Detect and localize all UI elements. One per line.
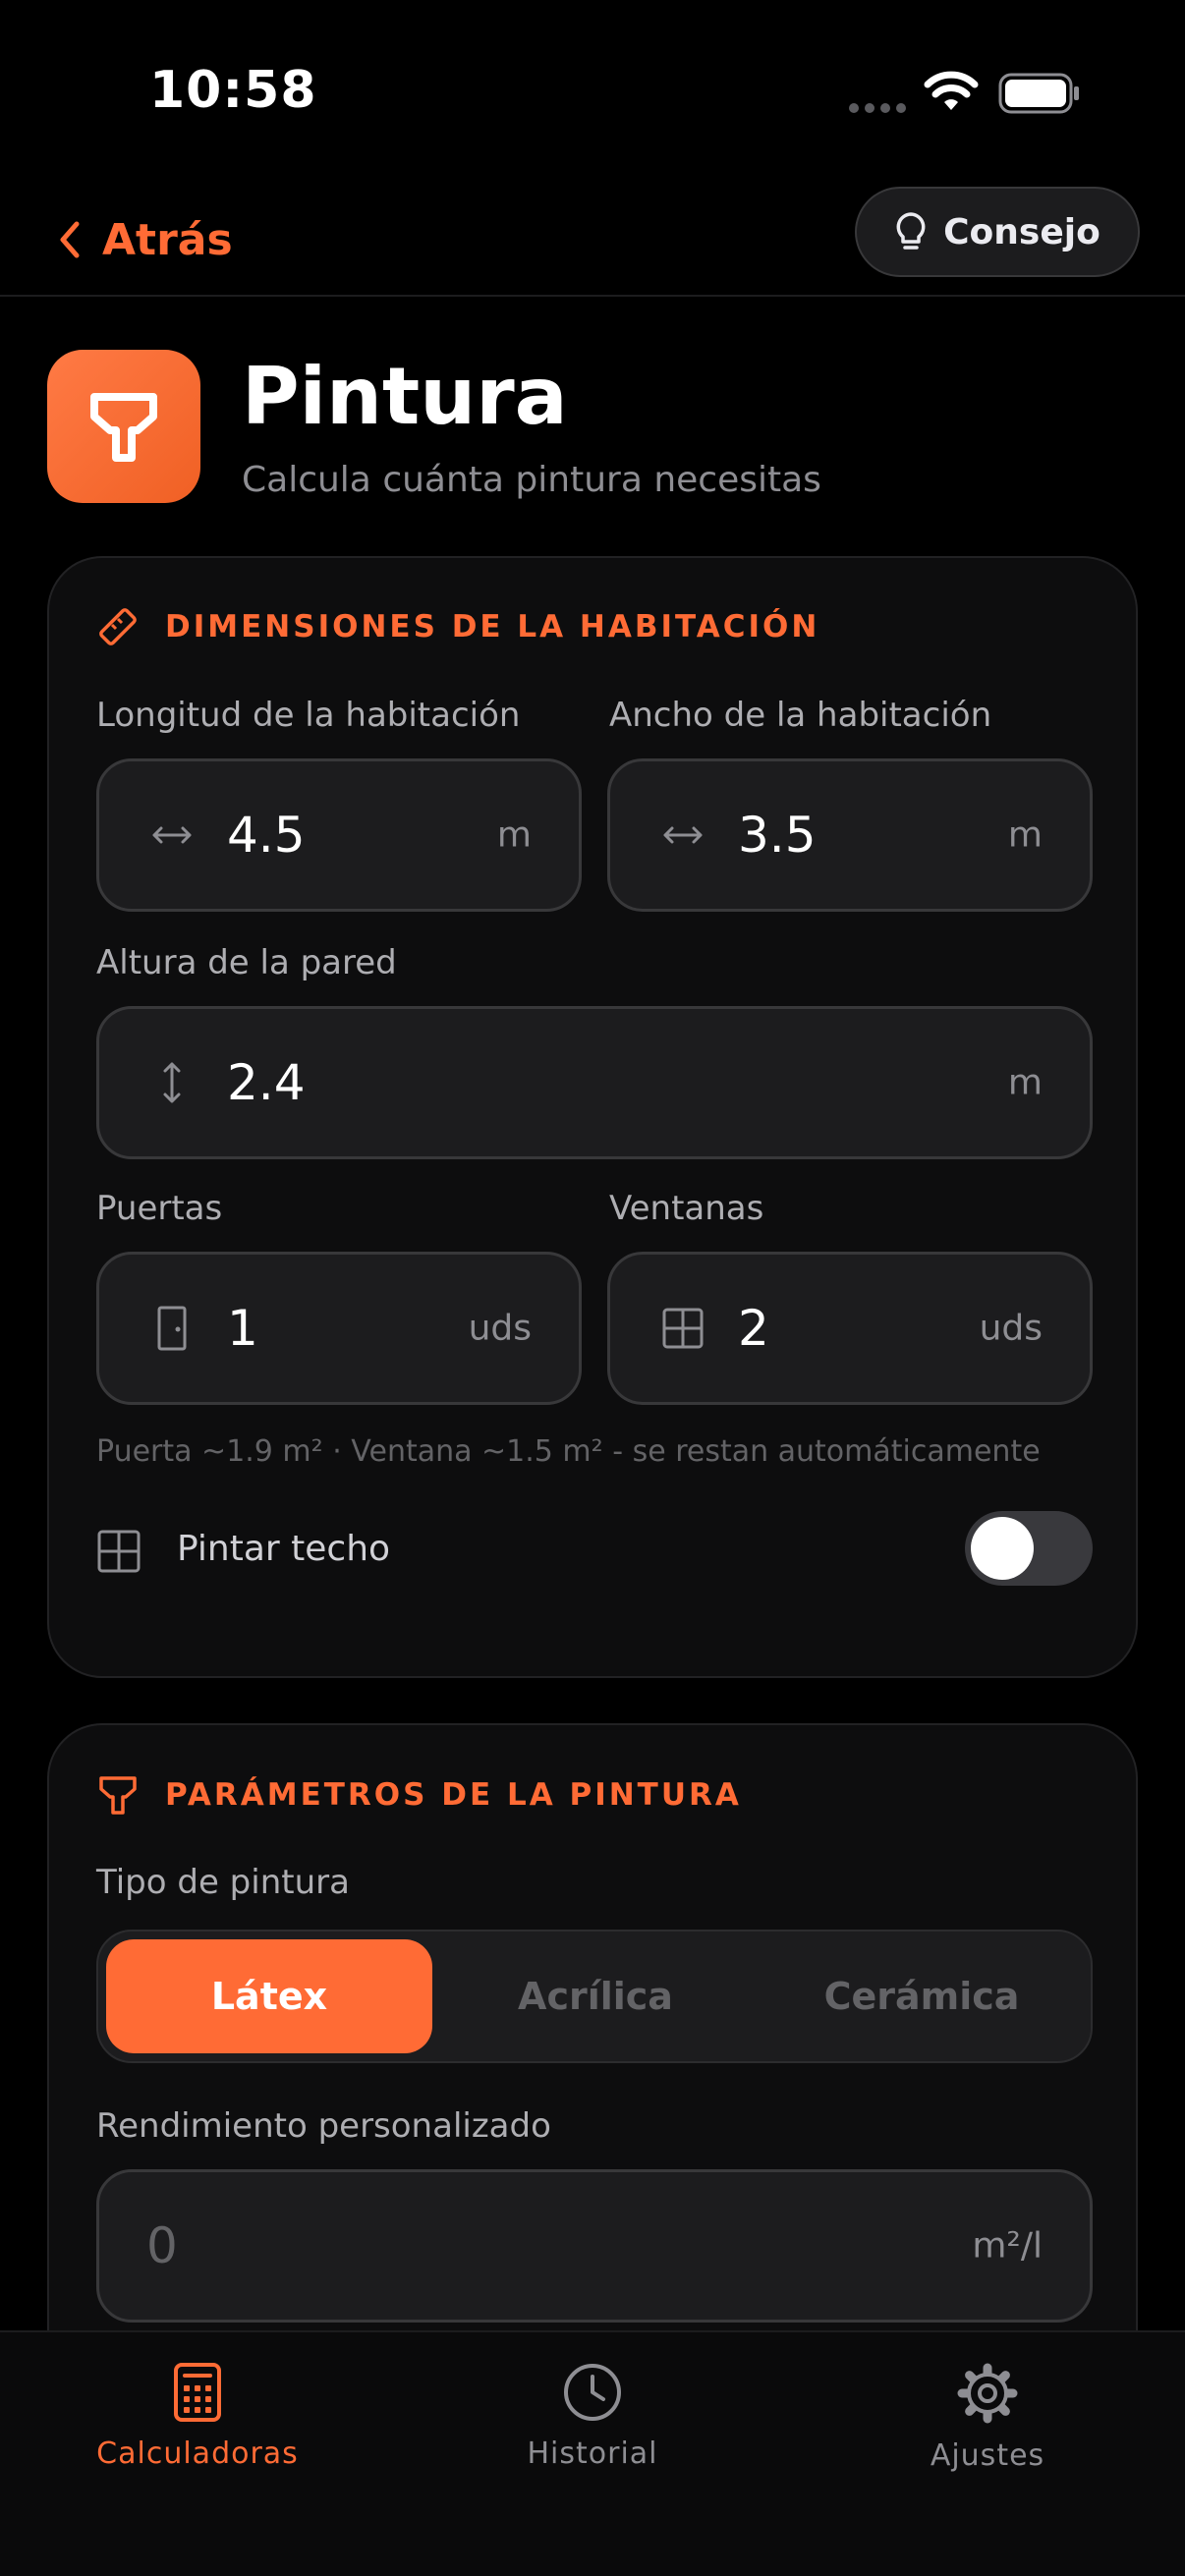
paint-type-label: Tipo de pintura <box>96 1863 350 1902</box>
paint-type-option-latex[interactable]: Látex <box>106 1939 432 2053</box>
custom-yield-placeholder: 0 <box>146 2217 178 2274</box>
windows-label: Ventanas <box>609 1189 764 1228</box>
tab-bar: Calculadoras Historial Ajustes <box>0 2330 1185 2576</box>
doors-value: 1 <box>227 1300 258 1357</box>
window-icon <box>661 1307 705 1350</box>
tip-button[interactable]: Consejo <box>855 187 1140 277</box>
back-button[interactable]: Atrás <box>57 208 233 271</box>
doors-unit: uds <box>468 1308 532 1349</box>
paint-roller-icon <box>99 1776 137 1815</box>
tab-calculators[interactable]: Calculadoras <box>0 2362 395 2471</box>
horizontal-arrows-icon <box>661 823 705 847</box>
page-subtitle: Calcula cuánta pintura necesitas <box>242 460 821 500</box>
doors-field[interactable]: 1 uds <box>96 1252 582 1405</box>
wifi-icon <box>924 71 979 110</box>
custom-yield-label: Rendimiento personalizado <box>96 2106 551 2146</box>
page-title: Pintura <box>242 351 568 442</box>
tab-history[interactable]: Historial <box>395 2362 790 2471</box>
battery-icon <box>998 73 1079 114</box>
tab-calculators-label: Calculadoras <box>96 2436 299 2471</box>
gear-icon <box>957 2363 1018 2424</box>
height-value: 2.4 <box>227 1054 306 1111</box>
vertical-arrows-icon <box>150 1060 194 1105</box>
room-section-header: DIMENSIONES DE LA HABITACIÓN <box>96 605 819 648</box>
tab-settings[interactable]: Ajustes <box>790 2362 1185 2473</box>
width-field[interactable]: 3.5 m <box>607 758 1093 912</box>
paint-type-option-ceramic[interactable]: Cerámica <box>759 1939 1085 2053</box>
room-dimensions-card: DIMENSIONES DE LA HABITACIÓN Longitud de… <box>47 556 1138 1678</box>
paint-section-header: PARÁMETROS DE LA PINTURA <box>96 1772 742 1818</box>
back-label: Atrás <box>102 214 233 265</box>
paint-type-option-acrylic[interactable]: Acrílica <box>432 1939 759 2053</box>
windows-field[interactable]: 2 uds <box>607 1252 1093 1405</box>
calculator-icon <box>174 2363 221 2422</box>
toggle-knob <box>971 1517 1034 1580</box>
height-unit: m <box>1007 1062 1043 1103</box>
paint-ceiling-toggle[interactable] <box>965 1511 1093 1586</box>
ruler-icon <box>99 608 137 645</box>
custom-yield-unit: m²/l <box>972 2225 1043 2267</box>
paint-type-selector: Látex Acrílica Cerámica <box>96 1930 1093 2063</box>
length-value: 4.5 <box>227 807 306 864</box>
signal-dots-icon <box>849 103 906 113</box>
windows-value: 2 <box>738 1300 769 1357</box>
header-app-icon <box>47 350 200 503</box>
room-section-title: DIMENSIONES DE LA HABITACIÓN <box>165 609 820 644</box>
clock-icon <box>564 2364 621 2421</box>
width-unit: m <box>1007 814 1043 856</box>
width-label: Ancho de la habitación <box>609 696 992 735</box>
nav-bar: Atrás Consejo <box>0 187 1185 297</box>
width-value: 3.5 <box>738 807 817 864</box>
grid-icon <box>96 1529 141 1578</box>
status-bar: 10:58 <box>0 0 1185 187</box>
tab-history-label: Historial <box>527 2436 658 2471</box>
tip-label: Consejo <box>943 211 1100 252</box>
custom-yield-field[interactable]: 0 m²/l <box>96 2169 1093 2323</box>
horizontal-arrows-icon <box>150 823 194 847</box>
paint-roller-icon <box>90 393 157 462</box>
length-unit: m <box>496 814 532 856</box>
tab-settings-label: Ajustes <box>930 2438 1045 2473</box>
doors-label: Puertas <box>96 1189 223 1228</box>
status-time: 10:58 <box>149 61 317 120</box>
paint-ceiling-row: Pintar techo <box>96 1511 1093 1590</box>
length-label: Longitud de la habitación <box>96 696 521 735</box>
door-icon <box>150 1305 194 1352</box>
height-label: Altura de la pared <box>96 943 397 982</box>
height-field[interactable]: 2.4 m <box>96 1006 1093 1159</box>
chevron-left-icon <box>60 221 80 258</box>
paint-section-title: PARÁMETROS DE LA PINTURA <box>165 1777 742 1813</box>
length-field[interactable]: 4.5 m <box>96 758 582 912</box>
windows-unit: uds <box>979 1308 1043 1349</box>
lightbulb-icon <box>896 212 926 250</box>
paint-ceiling-label: Pintar techo <box>177 1529 391 1569</box>
openings-hint: Puerta ~1.9 m² · Ventana ~1.5 m² - se re… <box>96 1434 1041 1469</box>
